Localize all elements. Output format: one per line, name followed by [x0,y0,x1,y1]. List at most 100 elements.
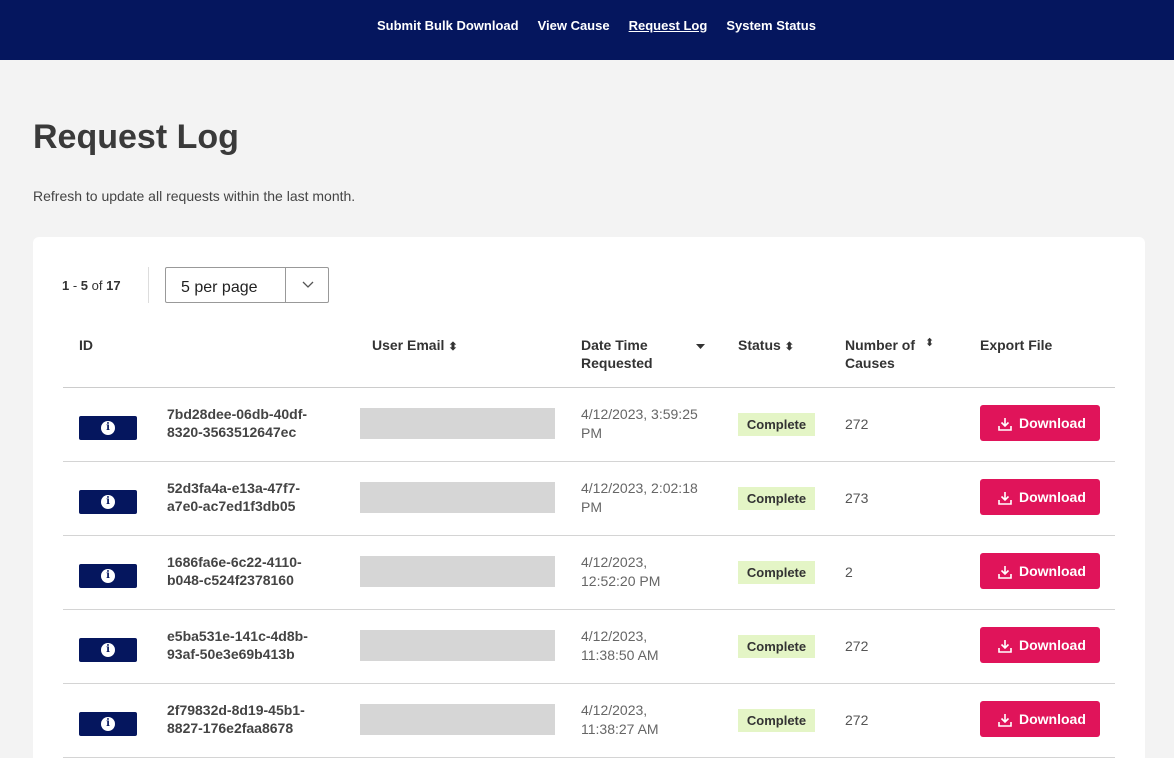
nav-system-status[interactable]: System Status [726,18,816,33]
header-date-line2: Requested [581,355,653,371]
header-causes-line2: Causes [845,355,895,371]
date-line1: 4/12/2023, 2:02:18 [581,480,698,496]
date-time-requested: 4/12/2023, 11:38:27 AM [581,701,659,739]
status-badge: Complete [738,487,815,510]
table-row: i 2f79832d-8d19-45b1- 8827-176e2faa8678 4… [63,684,1115,758]
download-label: Download [1019,489,1086,505]
user-email-redacted [360,704,555,735]
table-row: i 52d3fa4a-e13a-47f7- a7e0-ac7ed1f3db05 4… [63,462,1115,536]
number-of-causes: 2 [845,564,853,580]
request-id: 2f79832d-8d19-45b1- 8827-176e2faa8678 [167,701,305,737]
sort-desc-icon[interactable] [696,344,705,350]
nav-submit-bulk-download[interactable]: Submit Bulk Download [377,18,519,33]
per-page-select[interactable]: 5 per page [165,267,329,303]
download-label: Download [1019,563,1086,579]
date-line2: PM [581,499,602,515]
sort-icon[interactable]: ⬍ [785,338,794,356]
chevron-down-icon[interactable] [300,276,316,292]
header-number-of-causes[interactable]: Number of Causes [845,336,915,372]
info-icon: i [101,643,115,657]
download-button[interactable]: Download [980,479,1100,515]
info-icon: i [101,495,115,509]
info-button[interactable]: i [79,638,137,662]
nav-links: Submit Bulk Download View Cause Request … [377,18,835,33]
per-page-value: 5 per page [181,279,258,296]
number-of-causes: 272 [845,416,869,432]
sort-icon[interactable]: ⬍ [448,338,457,356]
request-log-card: 1 - 5 of 17 5 per page ID User Email ⬍ Da… [33,237,1145,758]
header-date-line1: Date Time [581,337,648,353]
info-button[interactable]: i [79,712,137,736]
request-id: 52d3fa4a-e13a-47f7- a7e0-ac7ed1f3db05 [167,479,300,515]
request-id-line2: 93af-50e3e69b413b [167,646,295,662]
date-line1: 4/12/2023, [581,628,648,644]
number-of-causes: 273 [845,490,869,506]
page-subtitle: Refresh to update all requests within th… [33,188,356,204]
date-time-requested: 4/12/2023, 12:52:20 PM [581,553,660,591]
date-line2: 11:38:27 AM [581,721,659,737]
download-icon [998,418,1012,431]
download-icon [998,640,1012,653]
info-icon: i [101,569,115,583]
header-user-email[interactable]: User Email ⬍ [372,336,458,356]
status-badge: Complete [738,561,815,584]
request-id: 7bd28dee-06db-40df- 8320-3563512647ec [167,405,307,441]
sort-icon[interactable]: ⬍ [925,336,934,349]
date-line2: 11:38:50 AM [581,647,659,663]
nav-request-log[interactable]: Request Log [629,18,708,33]
pagination-count: 1 - 5 of 17 [62,278,121,293]
date-time-requested: 4/12/2023, 2:02:18 PM [581,479,698,517]
request-id-line1: e5ba531e-141c-4d8b- [167,628,308,644]
date-line1: 4/12/2023, [581,554,648,570]
range-total: 17 [106,278,121,293]
request-id-line1: 7bd28dee-06db-40df- [167,406,308,422]
user-email-redacted [360,556,555,587]
info-icon: i [101,421,115,435]
header-date-time-requested[interactable]: Date Time Requested [581,336,653,372]
request-id-line2: 8827-176e2faa8678 [167,720,294,736]
range-of-text: of [88,278,107,293]
request-id-line1: 2f79832d-8d19-45b1- [167,702,305,718]
header-causes-line1: Number of [845,337,915,353]
range-end: 5 [80,278,89,293]
info-button[interactable]: i [79,564,137,588]
download-button[interactable]: Download [980,405,1100,441]
header-status-label: Status [738,337,781,353]
date-line1: 4/12/2023, 3:59:25 [581,406,698,422]
number-of-causes: 272 [845,638,869,654]
download-button[interactable]: Download [980,701,1100,737]
download-icon [998,492,1012,505]
top-nav: Submit Bulk Download View Cause Request … [0,0,1174,60]
download-button[interactable]: Download [980,627,1100,663]
date-line1: 4/12/2023, [581,702,648,718]
info-button[interactable]: i [79,416,137,440]
download-label: Download [1019,711,1086,727]
download-icon [998,566,1012,579]
table-row: i e5ba531e-141c-4d8b- 93af-50e3e69b413b 4… [63,610,1115,684]
pager-divider [148,267,149,303]
download-label: Download [1019,415,1086,431]
nav-view-cause[interactable]: View Cause [538,18,610,33]
date-time-requested: 4/12/2023, 11:38:50 AM [581,627,659,665]
header-user-email-label: User Email [372,337,445,353]
date-time-requested: 4/12/2023, 3:59:25 PM [581,405,698,443]
header-status[interactable]: Status ⬍ [738,336,794,356]
download-icon [998,714,1012,727]
range-separator: - [69,278,81,293]
per-page-separator [285,268,286,302]
download-button[interactable]: Download [980,553,1100,589]
status-badge: Complete [738,413,815,436]
request-id-line2: b048-c524f2378160 [167,572,294,588]
info-icon: i [101,717,115,731]
header-id: ID [79,337,93,353]
info-button[interactable]: i [79,490,137,514]
request-id-line1: 52d3fa4a-e13a-47f7- [167,480,301,496]
header-export-file: Export File [980,337,1053,353]
user-email-redacted [360,408,555,439]
request-id: e5ba531e-141c-4d8b- 93af-50e3e69b413b [167,627,308,663]
user-email-redacted [360,482,555,513]
table-row: i 1686fa6e-6c22-4110- b048-c524f2378160 4… [63,536,1115,610]
request-id-line2: 8320-3563512647ec [167,424,297,440]
number-of-causes: 272 [845,712,869,728]
request-id: 1686fa6e-6c22-4110- b048-c524f2378160 [167,553,302,589]
